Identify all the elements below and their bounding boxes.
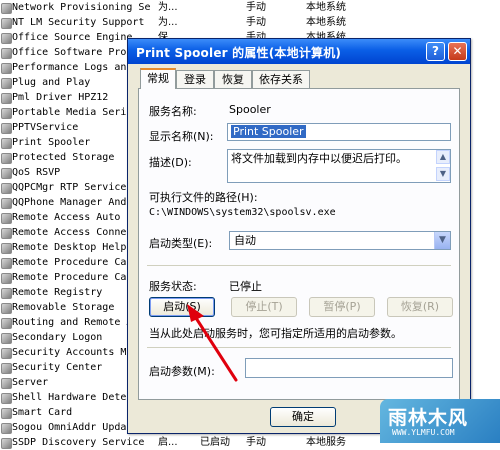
exec-path-value: C:\WINDOWS\system32\spoolsv.exe xyxy=(149,207,336,218)
exec-path-label: 可执行文件的路径(H): xyxy=(149,191,258,204)
gear-icon xyxy=(1,93,12,104)
gear-icon xyxy=(1,48,12,59)
gear-icon xyxy=(1,168,12,179)
gear-icon xyxy=(1,123,12,134)
gear-icon xyxy=(1,378,12,389)
service-logon: 本地系统 xyxy=(306,2,346,13)
start-params-input[interactable] xyxy=(245,358,453,378)
gear-icon xyxy=(1,18,12,29)
description-label: 描述(D): xyxy=(149,156,192,169)
tab-recovery[interactable]: 恢复 xyxy=(214,70,252,88)
gear-icon xyxy=(1,288,12,299)
start-button[interactable]: 启动(S) xyxy=(149,297,215,317)
display-name-label: 显示名称(N): xyxy=(149,130,214,143)
dialog-title: Print Spooler 的属性(本地计算机) xyxy=(136,46,342,60)
stop-button[interactable]: 停止(T) xyxy=(231,297,297,317)
service-name: NT LM Security Support ... xyxy=(12,17,150,28)
startup-type-select[interactable]: 自动 ▼ xyxy=(229,231,451,250)
gear-icon xyxy=(1,183,12,194)
service-startup: 手动 xyxy=(246,2,266,13)
properties-dialog: Print Spooler 的属性(本地计算机) ? ✕ 常规 登录 恢复 依存… xyxy=(127,38,471,434)
service-desc: 为... xyxy=(158,17,178,28)
display-name-text: Print Spooler xyxy=(231,125,306,138)
scroll-down-icon[interactable]: ▼ xyxy=(436,167,450,181)
gear-icon xyxy=(1,348,12,359)
ok-button[interactable]: 确定 xyxy=(270,407,336,427)
close-button[interactable]: ✕ xyxy=(448,42,467,61)
general-panel: 服务名称: Spooler 显示名称(N): Print Spooler 描述(… xyxy=(138,88,460,400)
gear-icon xyxy=(1,363,12,374)
gear-icon xyxy=(1,438,12,449)
service-name-label: 服务名称: xyxy=(149,105,197,118)
service-name: Network Provisioning Se... xyxy=(12,2,150,13)
gear-icon xyxy=(1,108,12,119)
tab-general[interactable]: 常规 xyxy=(140,68,176,89)
service-row[interactable]: NT LM Security Support ... 为... 手动 本地系统 xyxy=(0,15,500,30)
service-status-value: 已停止 xyxy=(229,280,262,293)
display-name-field[interactable]: Print Spooler xyxy=(227,123,451,141)
pause-button[interactable]: 暂停(P) xyxy=(309,297,375,317)
gear-icon xyxy=(1,318,12,329)
gear-icon xyxy=(1,303,12,314)
gear-icon xyxy=(1,138,12,149)
gear-icon xyxy=(1,78,12,89)
start-params-label: 启动参数(M): xyxy=(149,365,215,378)
tab-dependencies[interactable]: 依存关系 xyxy=(252,70,310,88)
gear-icon xyxy=(1,63,12,74)
chevron-down-icon[interactable]: ▼ xyxy=(434,232,450,249)
gear-icon xyxy=(1,33,12,44)
startup-type-label: 启动类型(E): xyxy=(149,237,213,250)
gear-icon xyxy=(1,228,12,239)
gear-icon xyxy=(1,153,12,164)
description-box[interactable]: 将文件加载到内存中以便迟后打印。 xyxy=(227,149,451,183)
gear-icon xyxy=(1,213,12,224)
tab-logon[interactable]: 登录 xyxy=(176,70,214,88)
gear-icon xyxy=(1,198,12,209)
gear-icon xyxy=(1,3,12,14)
gear-icon xyxy=(1,273,12,284)
service-row[interactable]: Network Provisioning Se... 为... 手动 本地系统 xyxy=(0,0,500,15)
scroll-up-icon[interactable]: ▲ xyxy=(436,150,450,164)
gear-icon xyxy=(1,423,12,434)
gear-icon xyxy=(1,408,12,419)
help-button[interactable]: ? xyxy=(426,42,445,61)
resume-button[interactable]: 恢复(R) xyxy=(387,297,453,317)
description-text: 将文件加载到内存中以便迟后打印。 xyxy=(231,152,407,165)
divider xyxy=(147,265,451,266)
watermark-logo: 雨林木风 WWW.YLMFU.COM xyxy=(380,399,500,443)
gear-icon xyxy=(1,393,12,404)
gear-icon xyxy=(1,333,12,344)
service-name-value: Spooler xyxy=(229,103,271,116)
service-desc: 为... xyxy=(158,2,178,13)
gear-icon xyxy=(1,258,12,269)
watermark-url: WWW.YLMFU.COM xyxy=(392,428,455,437)
gear-icon xyxy=(1,243,12,254)
startup-type-value: 自动 xyxy=(234,234,256,247)
service-status-label: 服务状态: xyxy=(149,280,197,293)
service-logon: 本地系统 xyxy=(306,17,346,28)
watermark-title: 雨林木风 xyxy=(388,407,469,429)
divider xyxy=(147,347,451,348)
service-startup: 手动 xyxy=(246,17,266,28)
start-hint-text: 当从此处启动服务时，您可指定所适用的启动参数。 xyxy=(149,327,402,340)
dialog-titlebar[interactable]: Print Spooler 的属性(本地计算机) ? ✕ xyxy=(128,39,470,64)
